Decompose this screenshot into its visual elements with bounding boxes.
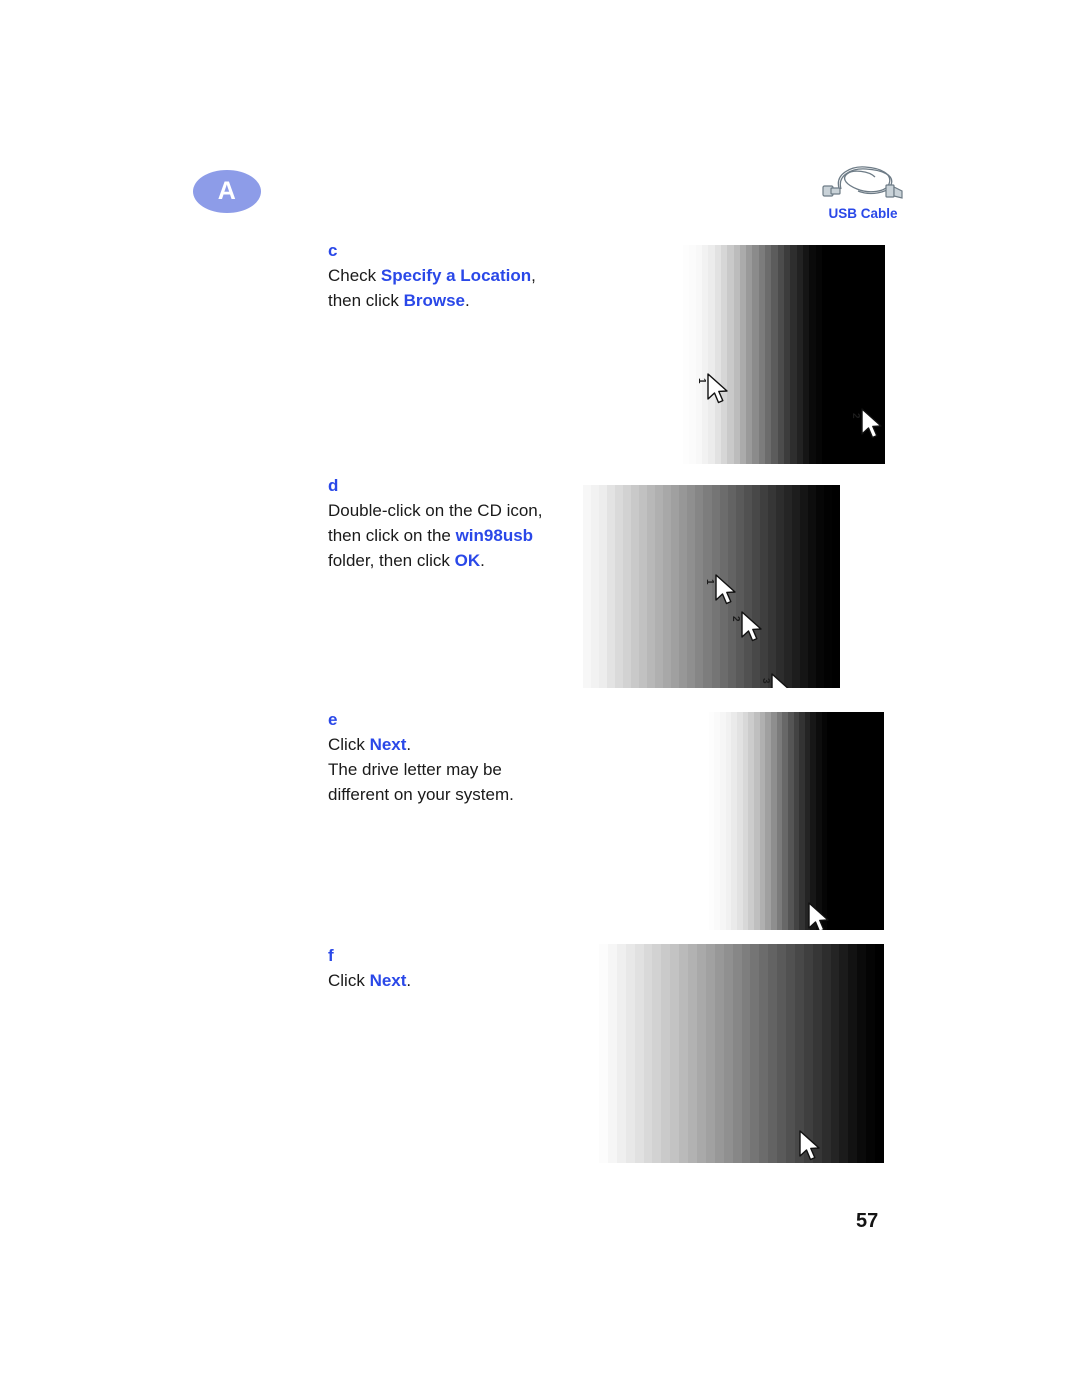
step-text-line: Check Specify a Location, <box>328 263 578 288</box>
plain-text: then click <box>328 291 404 310</box>
plain-text: then click on the <box>328 526 456 545</box>
step-text: Double-click on the CD icon, then click o… <box>328 498 578 573</box>
step-text: Click Next. <box>328 968 578 993</box>
step-text-line: The drive letter may be <box>328 757 578 782</box>
screenshot-figure-drive-letter-next <box>703 712 884 930</box>
plain-text: . <box>406 971 412 990</box>
appendix-letter: A <box>217 177 237 205</box>
plain-text: . <box>465 291 470 310</box>
manual-page: A USB Cable c Check Specify a Location, th… <box>0 0 1080 1397</box>
ui-term: OK <box>454 551 481 570</box>
step-marker: f <box>328 946 334 965</box>
figure-content <box>703 712 884 930</box>
instruction-step-f: f Click Next. <box>328 943 578 993</box>
instruction-step-e: e Click Next. The drive letter may be diffe… <box>328 707 578 807</box>
figure-content <box>599 944 884 1163</box>
step-marker: e <box>328 710 338 729</box>
figure-content <box>583 485 840 688</box>
ui-term: Browse <box>403 291 466 310</box>
figure-content <box>683 245 885 464</box>
step-text-line: Click Next. <box>328 732 578 757</box>
plain-text: Double-click on the CD icon, <box>328 501 543 520</box>
step-text-line: Double-click on the CD icon, <box>328 498 578 523</box>
instruction-step-c: c Check Specify a Location, then click Bro… <box>328 238 578 313</box>
plain-text: . <box>480 551 485 570</box>
step-marker: c <box>328 241 338 260</box>
screenshot-figure-specify-location: 12 <box>683 245 885 464</box>
page-number: 57 <box>856 1210 879 1232</box>
usb-cable-label: USB Cable <box>828 206 898 221</box>
plain-text: folder, then click <box>328 551 455 570</box>
plain-text: . <box>406 735 412 754</box>
plain-text: , <box>531 266 536 285</box>
instruction-step-d: d Double-click on the CD icon, then click … <box>328 473 578 573</box>
step-text-line: then click on the win98usb <box>328 523 578 548</box>
ui-term: Next <box>369 735 407 754</box>
plain-text: The drive letter may be <box>328 760 502 779</box>
plain-text: Click <box>328 735 370 754</box>
ui-term: win98usb <box>455 526 534 545</box>
screenshot-figure-browse-cd-folder: 123 <box>583 485 840 688</box>
step-text-line: folder, then click OK. <box>328 548 578 573</box>
appendix-badge: A <box>193 170 261 213</box>
step-text: Click Next. The drive letter may be differ… <box>328 732 578 807</box>
step-marker: d <box>328 476 339 495</box>
ui-term: Next <box>369 971 407 990</box>
plain-text: Check <box>328 266 381 285</box>
step-text-line: Click Next. <box>328 968 578 993</box>
plain-text: Click <box>328 971 370 990</box>
screenshot-figure-confirm-next <box>599 944 884 1163</box>
step-text-line: different on your system. <box>328 782 578 807</box>
usb-cable-icon <box>822 166 903 199</box>
usb-cable-callout: USB Cable <box>793 160 933 230</box>
step-text-line: then click Browse. <box>328 288 578 313</box>
plain-text: different on your system. <box>328 785 514 804</box>
step-text: Check Specify a Location, then click Brow… <box>328 263 578 313</box>
ui-term: Specify a Location <box>380 266 532 285</box>
